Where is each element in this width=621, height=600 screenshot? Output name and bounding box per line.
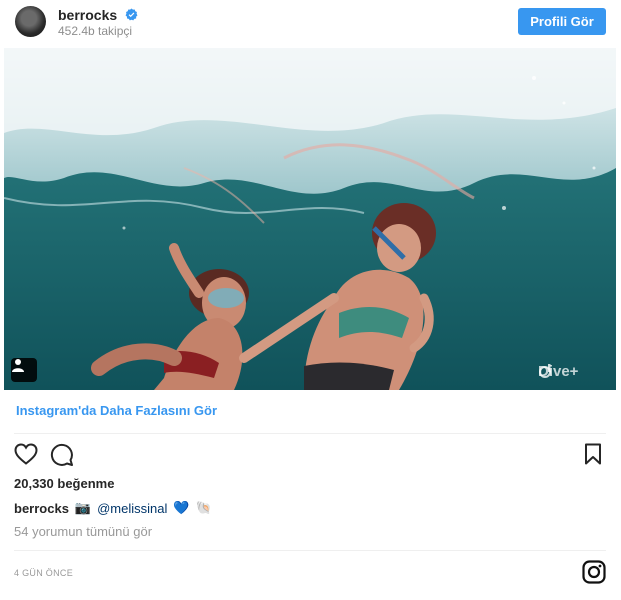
- verified-badge-icon: [125, 8, 138, 21]
- view-all-comments-link[interactable]: 54 yorumun tümünü gör: [14, 524, 152, 539]
- post-header: berrocks 452.4b takipçi Profili Gör: [0, 0, 621, 44]
- follower-count: 452.4b takipçi: [58, 24, 133, 38]
- divider: [14, 433, 606, 434]
- camera-emoji: 📷: [74, 500, 92, 515]
- dive-logo-icon: [539, 364, 551, 378]
- instagram-logo-icon[interactable]: [582, 560, 606, 584]
- caption-mention[interactable]: @melissinal: [97, 501, 167, 516]
- underwater-scene: [4, 48, 616, 390]
- view-profile-button[interactable]: Profili Gör: [518, 8, 606, 35]
- shell-emoji: 🐚: [195, 500, 212, 515]
- comment-icon[interactable]: [50, 443, 74, 466]
- username[interactable]: berrocks: [58, 7, 117, 23]
- watermark: Dive+: [538, 363, 578, 380]
- bookmark-icon[interactable]: [584, 443, 602, 465]
- post-timestamp: 4 GÜN ÖNCE: [14, 568, 74, 578]
- avatar[interactable]: [15, 6, 46, 37]
- divider: [14, 550, 606, 551]
- post-photo[interactable]: Dive+: [4, 48, 616, 390]
- caption: berrocks 📷 @melissinal 💙 🐚: [14, 500, 212, 516]
- username-row[interactable]: berrocks: [58, 7, 138, 23]
- like-count[interactable]: 20,330 beğenme: [14, 476, 114, 491]
- heart-icon[interactable]: [14, 443, 38, 465]
- more-on-instagram-link[interactable]: Instagram'da Daha Fazlasını Gör: [16, 403, 217, 418]
- person-icon[interactable]: [11, 358, 37, 382]
- caption-author[interactable]: berrocks: [14, 501, 69, 516]
- blue-heart-emoji: 💙: [173, 500, 190, 515]
